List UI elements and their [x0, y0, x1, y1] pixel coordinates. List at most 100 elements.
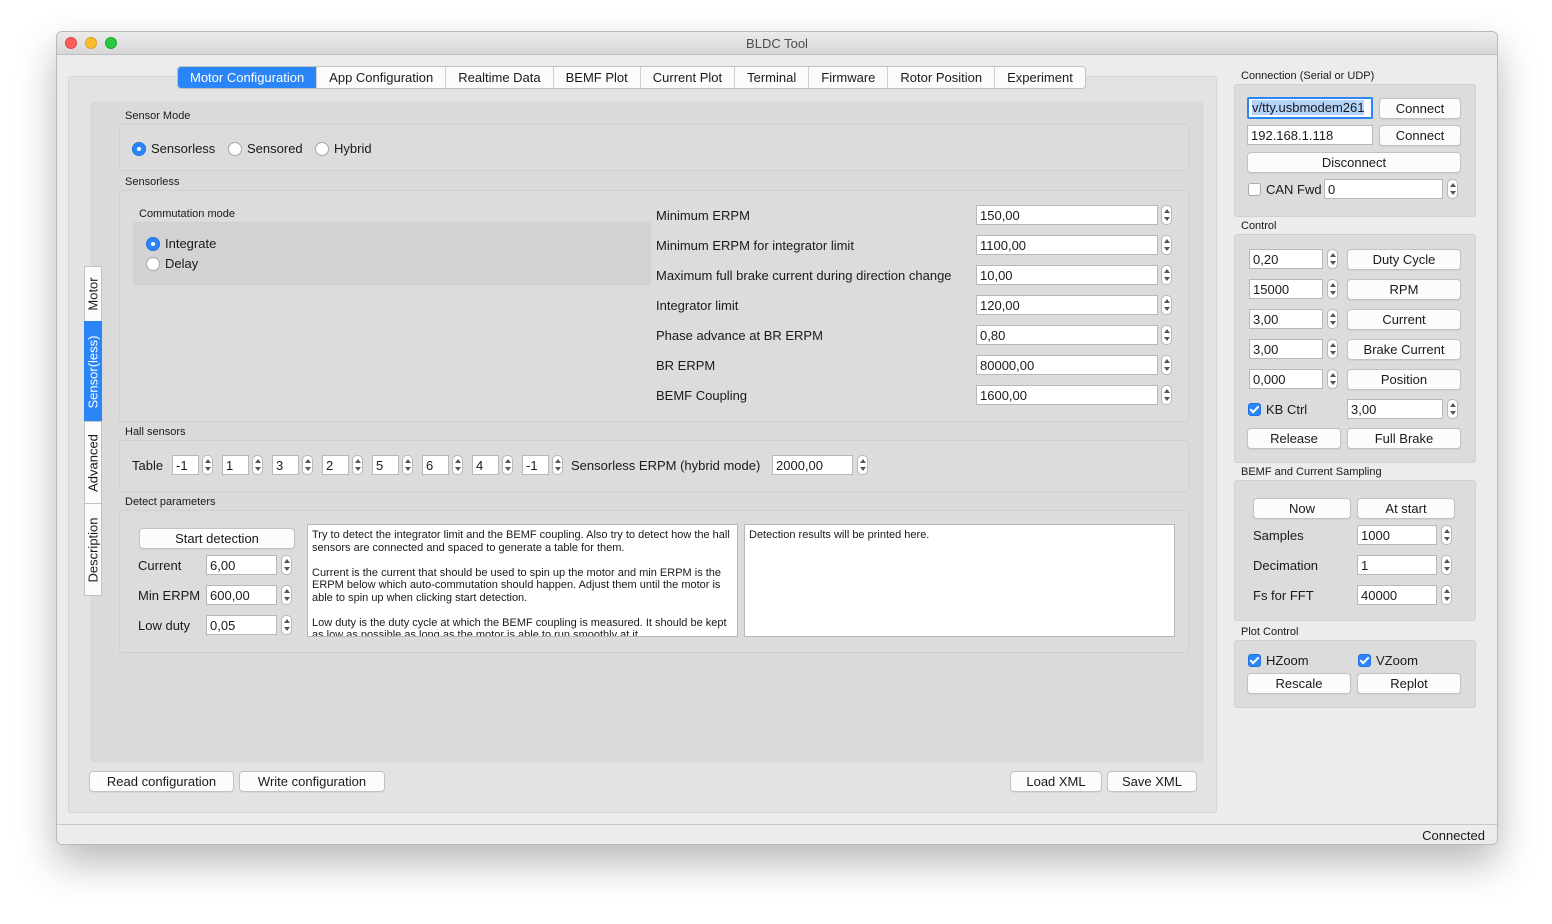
start-detection-button[interactable]: Start detection	[139, 528, 295, 549]
hall-table-entry-2[interactable]: 3	[272, 455, 299, 475]
tab-firmware[interactable]: Firmware	[809, 67, 889, 88]
hybrid-radio[interactable]	[315, 142, 329, 156]
load-xml-button[interactable]: Load XML	[1010, 771, 1102, 792]
udp-address-input[interactable]: 192.168.1.118	[1247, 125, 1373, 145]
current-input[interactable]: 3,00	[1249, 309, 1323, 329]
rpm-button[interactable]: RPM	[1347, 279, 1461, 300]
kb-ctrl-stepper[interactable]	[1447, 399, 1458, 419]
br-erpm-stepper[interactable]	[1161, 355, 1172, 375]
brake-current-input[interactable]: 3,00	[1249, 339, 1323, 359]
sensorless-radio[interactable]	[132, 142, 146, 156]
detect-low-duty-stepper[interactable]	[281, 615, 292, 635]
hall-table-entry-3[interactable]: 2	[322, 455, 349, 475]
duty-cycle-stepper[interactable]	[1327, 249, 1338, 269]
min-erpm-integrator-input[interactable]: 1100,00	[976, 235, 1158, 255]
phase-advance-input[interactable]: 0,80	[976, 325, 1158, 345]
position-button[interactable]: Position	[1347, 369, 1461, 390]
hall-table-entry-5[interactable]: 6	[422, 455, 449, 475]
vzoom-checkbox[interactable]	[1358, 654, 1371, 667]
can-fwd-stepper[interactable]	[1447, 179, 1458, 199]
minimum-erpm-stepper[interactable]	[1161, 205, 1172, 225]
duty-cycle-button[interactable]: Duty Cycle	[1347, 249, 1461, 270]
hall-table-stepper-6[interactable]	[502, 455, 513, 475]
br-erpm-input[interactable]: 80000,00	[976, 355, 1158, 375]
integrate-radio[interactable]	[146, 237, 160, 251]
tab-current-plot[interactable]: Current Plot	[641, 67, 736, 88]
detect-min-erpm-stepper[interactable]	[281, 585, 292, 605]
disconnect-button[interactable]: Disconnect	[1247, 152, 1461, 173]
hall-table-stepper-4[interactable]	[402, 455, 413, 475]
side-tab-sensorless[interactable]: Sensor(less)	[84, 321, 102, 422]
position-input[interactable]: 0,000	[1249, 369, 1323, 389]
side-tab-description[interactable]: Description	[84, 503, 102, 596]
tab-bemf-plot[interactable]: BEMF Plot	[554, 67, 641, 88]
min-erpm-integrator-stepper[interactable]	[1161, 235, 1172, 255]
delay-radio[interactable]	[146, 257, 160, 271]
tab-experiment[interactable]: Experiment	[995, 67, 1085, 88]
hall-table-entry-1[interactable]: 1	[222, 455, 249, 475]
detect-current-stepper[interactable]	[281, 555, 292, 575]
rescale-button[interactable]: Rescale	[1247, 673, 1351, 694]
fs-fft-stepper[interactable]	[1441, 585, 1452, 605]
hall-table-entry-0[interactable]: -1	[172, 455, 199, 475]
full-brake-button[interactable]: Full Brake	[1347, 428, 1461, 449]
hall-table-stepper-3[interactable]	[352, 455, 363, 475]
hall-table-stepper-5[interactable]	[452, 455, 463, 475]
minimum-erpm-input[interactable]: 150,00	[976, 205, 1158, 225]
hall-table-stepper-0[interactable]	[202, 455, 213, 475]
hall-table-stepper-2[interactable]	[302, 455, 313, 475]
tab-app-configuration[interactable]: App Configuration	[317, 67, 447, 88]
decimation-input[interactable]: 1	[1357, 555, 1437, 575]
max-brake-current-stepper[interactable]	[1161, 265, 1172, 285]
hzoom-checkbox[interactable]	[1248, 654, 1261, 667]
rpm-input[interactable]: 15000	[1249, 279, 1323, 299]
hall-table-entry-6[interactable]: 4	[472, 455, 499, 475]
sample-at-start-button[interactable]: At start	[1357, 498, 1455, 519]
tab-realtime-data[interactable]: Realtime Data	[446, 67, 554, 88]
detection-results-text[interactable]: Detection results will be printed here.	[744, 524, 1175, 637]
can-fwd-input[interactable]: 0	[1324, 179, 1443, 199]
samples-input[interactable]: 1000	[1357, 525, 1437, 545]
side-tab-motor[interactable]: Motor	[84, 266, 102, 322]
can-fwd-checkbox[interactable]	[1248, 183, 1261, 196]
integrator-limit-input[interactable]: 120,00	[976, 295, 1158, 315]
duty-cycle-input[interactable]: 0,20	[1249, 249, 1323, 269]
hybrid-erpm-input[interactable]: 2000,00	[772, 455, 853, 475]
decimation-stepper[interactable]	[1441, 555, 1452, 575]
hybrid-erpm-stepper[interactable]	[857, 455, 868, 475]
tab-rotor-position[interactable]: Rotor Position	[888, 67, 996, 88]
detect-min-erpm-input[interactable]: 600,00	[206, 585, 277, 605]
current-button[interactable]: Current	[1347, 309, 1461, 330]
kb-ctrl-checkbox[interactable]	[1248, 403, 1261, 416]
fs-fft-input[interactable]: 40000	[1357, 585, 1437, 605]
serial-port-input[interactable]: v/tty.usbmodem261	[1247, 97, 1373, 119]
detect-help-text[interactable]: Try to detect the integrator limit and t…	[307, 524, 738, 637]
sample-now-button[interactable]: Now	[1253, 498, 1351, 519]
hall-table-stepper-1[interactable]	[252, 455, 263, 475]
kb-ctrl-input[interactable]: 3,00	[1347, 399, 1443, 419]
detect-low-duty-input[interactable]: 0,05	[206, 615, 277, 635]
hall-table-entry-4[interactable]: 5	[372, 455, 399, 475]
side-tab-advanced[interactable]: Advanced	[84, 421, 102, 504]
serial-connect-button[interactable]: Connect	[1379, 98, 1461, 119]
tab-terminal[interactable]: Terminal	[735, 67, 810, 88]
bemf-coupling-stepper[interactable]	[1161, 385, 1172, 405]
udp-connect-button[interactable]: Connect	[1379, 125, 1461, 146]
max-brake-current-input[interactable]: 10,00	[976, 265, 1158, 285]
detect-current-input[interactable]: 6,00	[206, 555, 277, 575]
integrator-limit-stepper[interactable]	[1161, 295, 1172, 315]
sensored-radio[interactable]	[228, 142, 242, 156]
save-xml-button[interactable]: Save XML	[1107, 771, 1197, 792]
rpm-stepper[interactable]	[1327, 279, 1338, 299]
hall-table-stepper-7[interactable]	[552, 455, 563, 475]
current-stepper[interactable]	[1327, 309, 1338, 329]
tab-motor-configuration[interactable]: Motor Configuration	[178, 67, 318, 88]
bemf-coupling-input[interactable]: 1600,00	[976, 385, 1158, 405]
brake-current-button[interactable]: Brake Current	[1347, 339, 1461, 360]
release-button[interactable]: Release	[1247, 428, 1341, 449]
hall-table-entry-7[interactable]: -1	[522, 455, 549, 475]
phase-advance-stepper[interactable]	[1161, 325, 1172, 345]
brake-current-stepper[interactable]	[1327, 339, 1338, 359]
write-configuration-button[interactable]: Write configuration	[239, 771, 385, 792]
position-stepper[interactable]	[1327, 369, 1338, 389]
